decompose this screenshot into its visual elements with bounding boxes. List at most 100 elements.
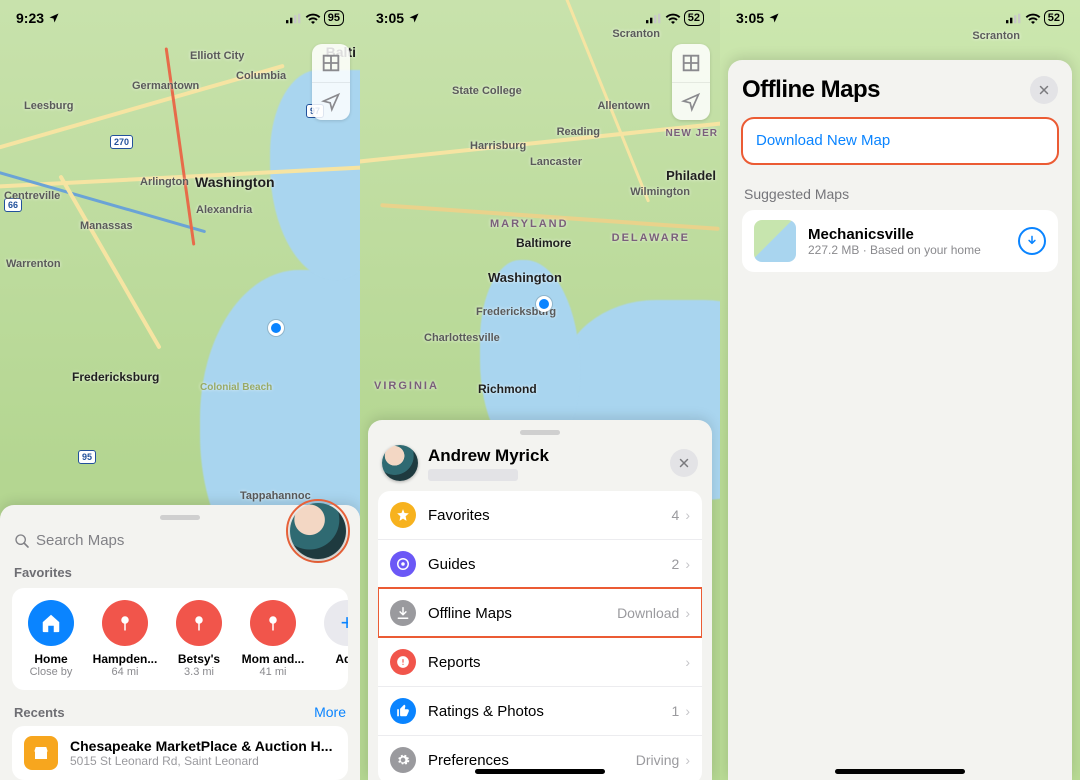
favorite-add[interactable]: + Add [314, 600, 348, 678]
close-button[interactable] [1030, 76, 1058, 104]
menu-label: Favorites [428, 507, 490, 524]
download-new-map-button[interactable]: Download New Map [742, 118, 1058, 164]
recent-item[interactable]: Chesapeake MarketPlace & Auction H... 50… [12, 726, 348, 780]
road-shield: 95 [78, 450, 96, 464]
chevron-right-icon: › [685, 556, 690, 572]
star-icon [390, 502, 416, 528]
menu-reports[interactable]: Reports › [378, 637, 702, 686]
home-indicator[interactable] [475, 769, 605, 774]
map-locate-button[interactable] [672, 82, 710, 120]
account-sheet[interactable]: Andrew Myrick Favorites 4› Guides 2› Off… [368, 420, 712, 780]
state-label: MARYLAND [490, 218, 569, 230]
map-tools [672, 44, 710, 120]
city-label: Colonial Beach [200, 382, 272, 393]
home-indicator[interactable] [835, 769, 965, 774]
menu-label: Preferences [428, 752, 509, 769]
recents-more-link[interactable]: More [314, 704, 346, 720]
state-label: VIRGINIA [374, 380, 439, 392]
city-label: Lancaster [530, 156, 582, 168]
map-locate-button[interactable] [312, 82, 350, 120]
suggested-heading: Suggested Maps [744, 186, 1056, 202]
city-label: Elliott City [190, 50, 244, 62]
sheet-grabber[interactable] [160, 515, 200, 520]
close-button[interactable] [670, 449, 698, 477]
page-title: Offline Maps [742, 76, 880, 104]
download-new-map-label: Download New Map [756, 132, 890, 149]
city-label: Reading [557, 126, 600, 138]
current-location-dot [268, 320, 284, 336]
suggested-map-name: Mechanicsville [808, 226, 1006, 243]
download-arrow-icon [390, 600, 416, 626]
city-label: Scranton [612, 28, 660, 40]
plus-icon: + [324, 600, 348, 646]
guides-icon [390, 551, 416, 577]
layers-icon [320, 52, 342, 74]
menu-label: Ratings & Photos [428, 703, 544, 720]
recent-title: Chesapeake MarketPlace & Auction H... [70, 738, 336, 754]
search-sheet[interactable]: Search Maps Favorites Home Close by Hamp… [0, 505, 360, 780]
city-label: Alexandria [196, 204, 252, 216]
city-label: Tappahannoc [240, 490, 311, 502]
account-avatar-button[interactable] [286, 499, 350, 563]
favorites-heading: Favorites [14, 565, 346, 580]
recents-heading: Recents [14, 705, 65, 720]
city-label: Leesburg [24, 100, 74, 112]
account-email-redacted [428, 469, 518, 481]
city-label: Columbia [236, 70, 286, 82]
avatar-icon [290, 503, 346, 559]
map-layers-button[interactable] [312, 44, 350, 82]
pin-icon [102, 600, 148, 646]
city-label: NEW JER [665, 128, 718, 139]
menu-guides[interactable]: Guides 2› [378, 539, 702, 588]
download-button[interactable] [1018, 227, 1046, 255]
state-label: DELAWARE [612, 232, 690, 244]
favorite-home[interactable]: Home Close by [18, 600, 84, 678]
map-layers-button[interactable] [672, 44, 710, 82]
screenshot-2-account-sheet: 3:05 52 Scranton State College Allentown… [360, 0, 720, 780]
search-icon [14, 533, 30, 549]
favorite-item[interactable]: Betsy's 3.3 mi [166, 600, 232, 678]
location-arrow-icon [681, 92, 701, 112]
city-label: Scranton [972, 30, 1020, 42]
gear-icon [390, 747, 416, 773]
city-label: Centreville [4, 190, 60, 202]
home-icon [28, 600, 74, 646]
favorite-item[interactable]: Mom and... 41 mi [240, 600, 306, 678]
menu-favorites[interactable]: Favorites 4› [378, 491, 702, 539]
city-label: State College [452, 85, 522, 97]
screenshot-1-maps-home: 9:23 95 270 97 66 95 Elliott City Columb… [0, 0, 360, 780]
city-label-baltimore: Baltimore [516, 236, 571, 250]
map-thumbnail-icon [754, 220, 796, 262]
pin-icon [176, 600, 222, 646]
offline-maps-sheet[interactable]: Offline Maps Download New Map Suggested … [728, 60, 1072, 780]
chevron-right-icon: › [685, 654, 690, 670]
sheet-grabber[interactable] [520, 430, 560, 435]
city-label: Harrisburg [470, 140, 526, 152]
close-icon [1038, 84, 1050, 96]
chevron-right-icon: › [685, 605, 690, 621]
avatar-icon [382, 445, 418, 481]
menu-label: Guides [428, 556, 476, 573]
thumbs-up-icon [390, 698, 416, 724]
account-menu: Favorites 4› Guides 2› Offline Maps Down… [378, 491, 702, 780]
store-icon [24, 736, 58, 770]
city-label: Charlottesville [424, 332, 500, 344]
menu-label: Reports [428, 654, 481, 671]
menu-ratings[interactable]: Ratings & Photos 1› [378, 686, 702, 735]
favorites-card: Home Close by Hampden... 64 mi Betsy's 3… [12, 588, 348, 690]
city-label: Warrenton [6, 258, 61, 270]
city-label-richmond: Richmond [478, 382, 537, 396]
current-location-dot [536, 296, 552, 312]
recent-subtitle: 5015 St Leonard Rd, Saint Leonard [70, 754, 336, 768]
search-placeholder: Search Maps [36, 532, 124, 549]
suggested-map-sub: 227.2 MB · Based on your home [808, 243, 1006, 257]
chevron-right-icon: › [685, 703, 690, 719]
suggested-map-item[interactable]: Mechanicsville 227.2 MB · Based on your … [742, 210, 1058, 272]
chevron-right-icon: › [685, 507, 690, 523]
city-label-washington: Washington [195, 174, 275, 190]
favorite-item[interactable]: Hampden... 64 mi [92, 600, 158, 678]
map-tools [312, 44, 350, 120]
account-name: Andrew Myrick [428, 446, 549, 466]
menu-offline-maps[interactable]: Offline Maps Download› [378, 588, 702, 637]
city-label-washington: Washington [488, 270, 562, 285]
